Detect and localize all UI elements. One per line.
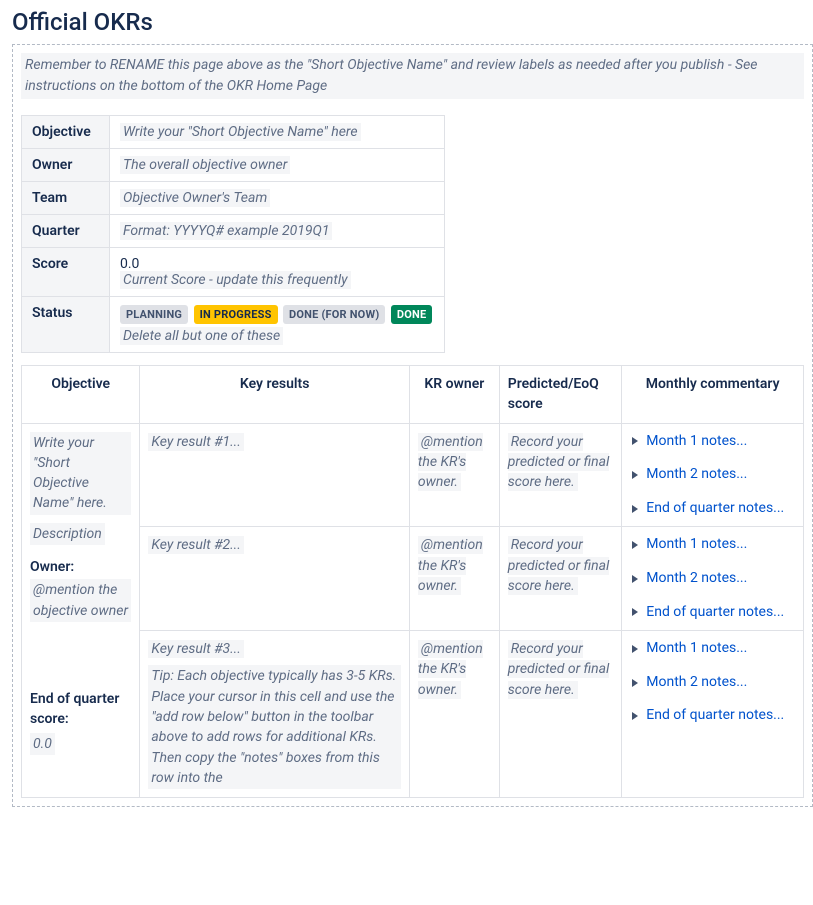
eoq-notes-link-1[interactable]: End of quarter notes... <box>630 499 795 519</box>
objective-eoq-label: End of quarter score: <box>30 690 131 729</box>
meta-row-quarter: Quarter Format: YYYYQ# example 2019Q1 <box>22 215 445 248</box>
kr-table: Objective Key results KR owner Predicted… <box>21 365 804 798</box>
eoq-notes-link-2[interactable]: End of quarter notes... <box>630 603 795 623</box>
kr3-owner-placeholder: @mention the KR's owner. <box>418 640 483 699</box>
objective-owner-label: Owner: <box>30 557 131 577</box>
meta-value-quarter[interactable]: Format: YYYYQ# example 2019Q1 <box>110 215 445 248</box>
chevron-right-icon <box>632 541 638 549</box>
kr-score-cell-1[interactable]: Record your predicted or final score her… <box>499 423 622 527</box>
chevron-right-icon <box>632 712 638 720</box>
meta-row-team: Team Objective Owner's Team <box>22 182 445 215</box>
chevron-right-icon <box>632 471 638 479</box>
owner-placeholder: The overall objective owner <box>120 156 290 174</box>
content-container: Remember to RENAME this page above as th… <box>12 44 813 807</box>
objective-eoq-value: 0.0 <box>30 733 55 755</box>
month2-notes-link-1[interactable]: Month 2 notes... <box>630 465 795 485</box>
month2-notes-link-2[interactable]: Month 2 notes... <box>630 569 795 589</box>
kr1-owner-placeholder: @mention the KR's owner. <box>418 433 483 492</box>
kr2-owner-placeholder: @mention the KR's owner. <box>418 536 483 595</box>
meta-row-owner: Owner The overall objective owner <box>22 149 445 182</box>
meta-label-score: Score <box>22 248 110 297</box>
eoq-label: End of quarter notes... <box>646 499 784 519</box>
header-kr-owner: KR owner <box>409 366 499 424</box>
chevron-right-icon <box>632 505 638 513</box>
header-key-results: Key results <box>140 366 410 424</box>
status-labels: PLANNING IN PROGRESS DONE (FOR NOW) DONE <box>120 305 434 324</box>
meta-value-owner[interactable]: The overall objective owner <box>110 149 445 182</box>
chevron-right-icon <box>632 645 638 653</box>
kr-row-1: Write your "Short Objective Name" here. … <box>22 423 804 527</box>
meta-label-owner: Owner <box>22 149 110 182</box>
month1-notes-link-1[interactable]: Month 1 notes... <box>630 432 795 452</box>
objective-name-placeholder: Write your "Short Objective Name" here. <box>30 432 131 515</box>
header-commentary: Monthly commentary <box>622 366 804 424</box>
header-score: Predicted/EoQ score <box>499 366 622 424</box>
eoq-label: End of quarter notes... <box>646 603 784 623</box>
meta-label-team: Team <box>22 182 110 215</box>
kr2-score-placeholder: Record your predicted or final score her… <box>508 536 610 595</box>
meta-value-team[interactable]: Objective Owner's Team <box>110 182 445 215</box>
kr1-score-placeholder: Record your predicted or final score her… <box>508 433 610 492</box>
meta-table: Objective Write your "Short Objective Na… <box>21 115 445 353</box>
team-placeholder: Objective Owner's Team <box>120 189 270 207</box>
kr2-placeholder: Key result #2... <box>148 536 243 554</box>
kr3-score-placeholder: Record your predicted or final score her… <box>508 640 610 699</box>
kr3-placeholder: Key result #3... <box>148 640 243 658</box>
month2-label: Month 2 notes... <box>646 673 747 693</box>
page-title: Official OKRs <box>0 0 813 44</box>
kr-commentary-cell-2[interactable]: Month 1 notes... Month 2 notes... End of… <box>622 527 804 631</box>
month1-notes-link-2[interactable]: Month 1 notes... <box>630 535 795 555</box>
eoq-label: End of quarter notes... <box>646 706 784 726</box>
kr-header-row: Objective Key results KR owner Predicted… <box>22 366 804 424</box>
meta-value-score[interactable]: 0.0 Current Score - update this frequent… <box>110 248 445 297</box>
objective-owner-mention: @mention the objective owner <box>30 579 131 622</box>
chevron-right-icon <box>632 608 638 616</box>
status-planning-label[interactable]: PLANNING <box>120 305 188 324</box>
month1-label: Month 1 notes... <box>646 535 747 555</box>
kr-cell-3[interactable]: Key result #3... Tip: Each objective typ… <box>140 631 410 798</box>
meta-label-objective: Objective <box>22 116 110 149</box>
meta-value-objective[interactable]: Write your "Short Objective Name" here <box>110 116 445 149</box>
status-donefornow-label[interactable]: DONE (FOR NOW) <box>283 305 385 324</box>
chevron-right-icon <box>632 437 638 445</box>
meta-row-objective: Objective Write your "Short Objective Na… <box>22 116 445 149</box>
kr1-placeholder: Key result #1... <box>148 433 243 451</box>
objective-placeholder: Write your "Short Objective Name" here <box>120 123 361 141</box>
meta-label-quarter: Quarter <box>22 215 110 248</box>
objective-cell[interactable]: Write your "Short Objective Name" here. … <box>22 423 140 798</box>
score-value: 0.0 <box>120 256 139 272</box>
status-done-label[interactable]: DONE <box>391 305 432 324</box>
eoq-notes-link-3[interactable]: End of quarter notes... <box>630 706 795 726</box>
kr3-tip: Tip: Each objective typically has 3-5 KR… <box>148 665 401 789</box>
kr-score-cell-3[interactable]: Record your predicted or final score her… <box>499 631 622 798</box>
status-inprogress-label[interactable]: IN PROGRESS <box>194 305 278 324</box>
header-objective: Objective <box>22 366 140 424</box>
meta-label-status: Status <box>22 297 110 353</box>
month2-notes-link-3[interactable]: Month 2 notes... <box>630 673 795 693</box>
kr-cell-1[interactable]: Key result #1... <box>140 423 410 527</box>
chevron-right-icon <box>632 679 638 687</box>
kr-score-cell-2[interactable]: Record your predicted or final score her… <box>499 527 622 631</box>
score-hint: Current Score - update this frequently <box>120 271 351 289</box>
kr-owner-cell-1[interactable]: @mention the KR's owner. <box>409 423 499 527</box>
month1-notes-link-3[interactable]: Month 1 notes... <box>630 639 795 659</box>
kr-owner-cell-2[interactable]: @mention the KR's owner. <box>409 527 499 631</box>
month1-label: Month 1 notes... <box>646 639 747 659</box>
month1-label: Month 1 notes... <box>646 432 747 452</box>
intro-note: Remember to RENAME this page above as th… <box>21 53 804 99</box>
kr-commentary-cell-3[interactable]: Month 1 notes... Month 2 notes... End of… <box>622 631 804 798</box>
month2-label: Month 2 notes... <box>646 465 747 485</box>
meta-row-status: Status PLANNING IN PROGRESS DONE (FOR NO… <box>22 297 445 353</box>
kr-commentary-cell-1[interactable]: Month 1 notes... Month 2 notes... End of… <box>622 423 804 527</box>
meta-value-status[interactable]: PLANNING IN PROGRESS DONE (FOR NOW) DONE… <box>110 297 445 353</box>
chevron-right-icon <box>632 575 638 583</box>
status-hint: Delete all but one of these <box>120 327 283 345</box>
quarter-placeholder: Format: YYYYQ# example 2019Q1 <box>120 222 332 240</box>
meta-row-score: Score 0.0 Current Score - update this fr… <box>22 248 445 297</box>
kr-owner-cell-3[interactable]: @mention the KR's owner. <box>409 631 499 798</box>
objective-description-placeholder: Description <box>30 523 105 545</box>
kr-cell-2[interactable]: Key result #2... <box>140 527 410 631</box>
month2-label: Month 2 notes... <box>646 569 747 589</box>
